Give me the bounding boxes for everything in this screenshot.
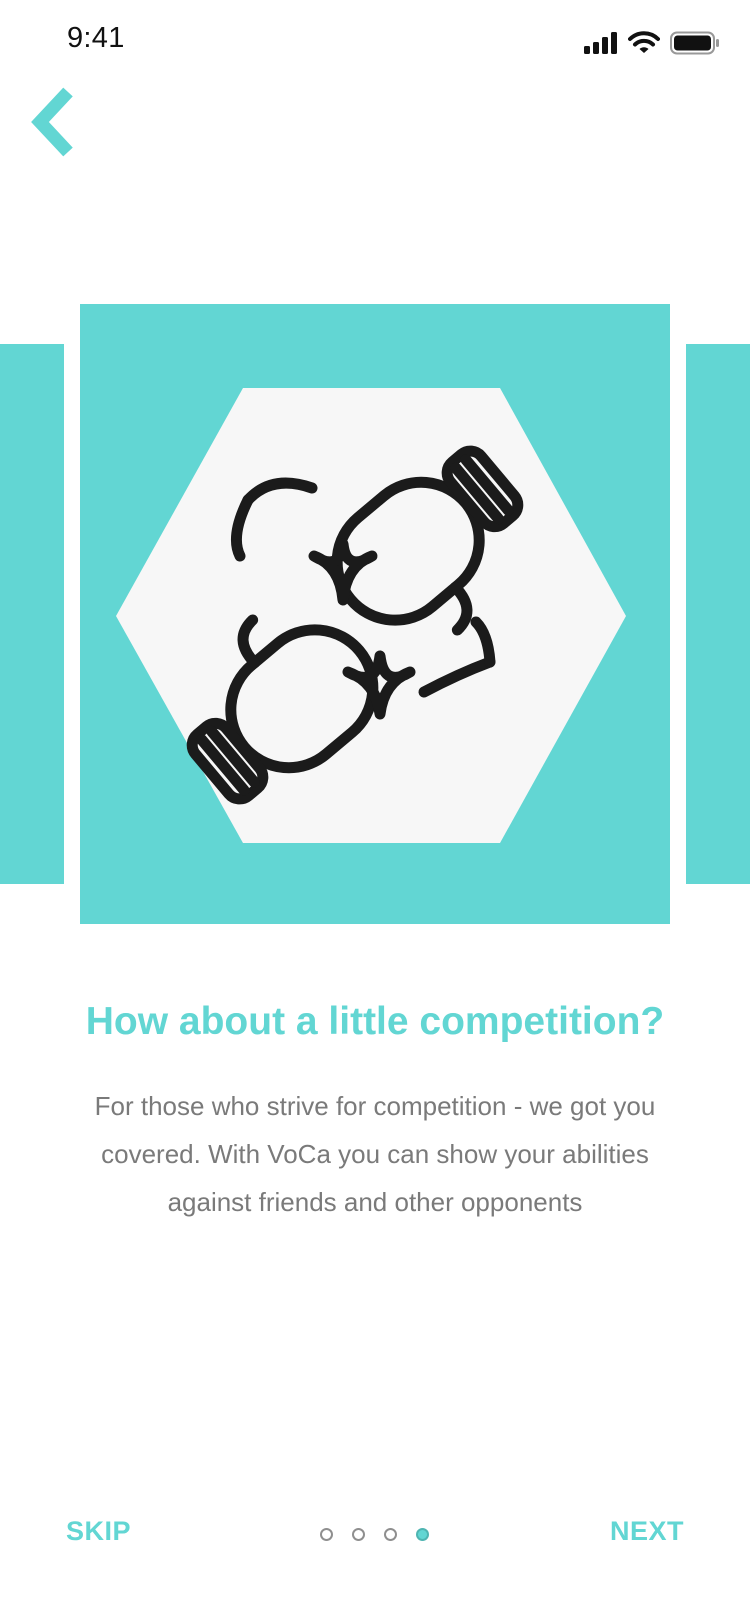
onboarding-card [80, 304, 670, 924]
status-icons [584, 28, 720, 58]
onboarding-title: How about a little competition? [85, 1000, 665, 1043]
battery-icon [670, 31, 719, 55]
page-dot-4[interactable] [416, 1527, 429, 1541]
previous-card-peek[interactable] [0, 344, 64, 884]
status-bar: 9:41 [0, 0, 750, 88]
page-indicator [320, 1526, 440, 1542]
wifi-icon [628, 31, 660, 53]
page-dot-1[interactable] [320, 1527, 333, 1541]
chevron-left-icon [31, 87, 73, 157]
onboarding-description: For those who strive for competition - w… [94, 1091, 656, 1217]
next-card-peek[interactable] [686, 344, 750, 884]
cellular-signal-icon [584, 32, 617, 54]
onboarding-screen: 9:41 How about a little competition? For… [0, 0, 750, 1624]
status-time: 9:41 [67, 22, 125, 54]
skip-button[interactable]: SKIP [66, 1516, 131, 1547]
page-dot-3[interactable] [384, 1527, 397, 1541]
page-dot-2[interactable] [352, 1527, 365, 1541]
card-illustration [116, 388, 626, 843]
back-button[interactable] [28, 86, 80, 158]
next-button[interactable]: NEXT [610, 1516, 684, 1547]
